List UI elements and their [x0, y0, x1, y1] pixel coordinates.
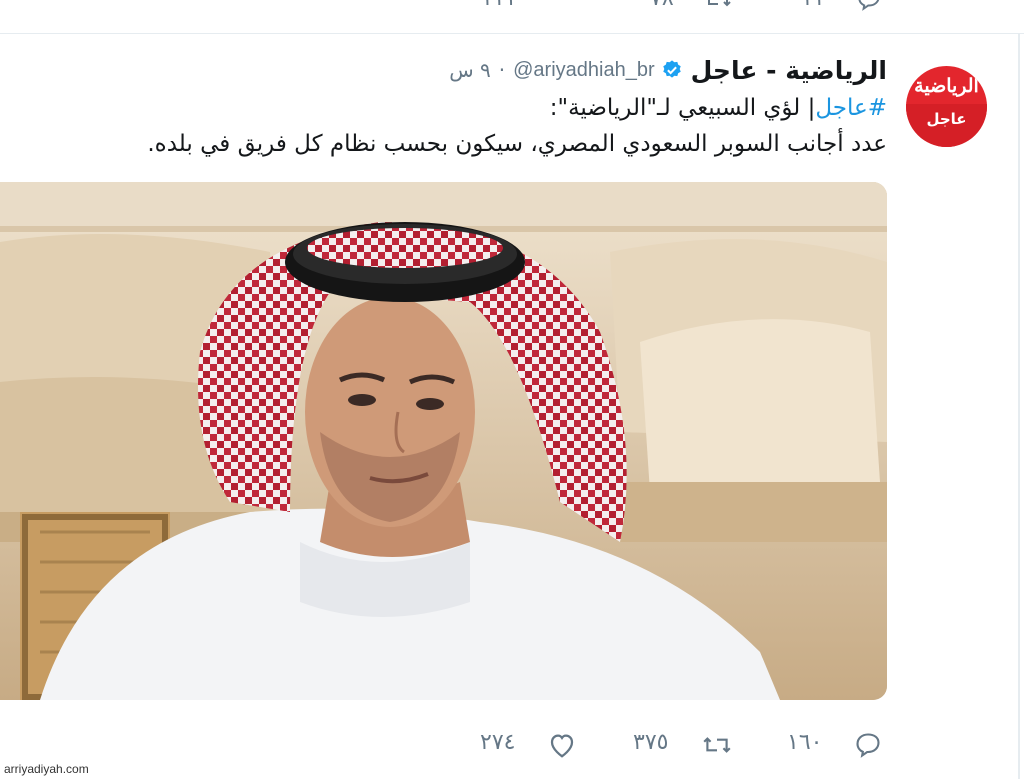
tweet-text-line-1: #عاجل| لؤي السبيعي لـ"الرياضية": — [27, 90, 887, 126]
tweet-actions: ١٦٠ ٣٧٥ ٢٧٤ — [0, 726, 1024, 766]
verified-badge-icon — [662, 60, 681, 78]
retweet-icon[interactable] — [701, 731, 733, 759]
tweet-timestamp[interactable]: ٩ س — [449, 58, 491, 82]
reply-count: ١٦٠ — [787, 730, 823, 755]
tweet-text-line-2: عدد أجانب السوبر السعودي المصري، سيكون ب… — [147, 131, 887, 157]
header-separator: · — [498, 58, 506, 82]
photo-icon — [0, 182, 887, 700]
tweet-header: الرياضية - عاجل @ariyadhiah_br · ٩ س — [449, 54, 887, 86]
hashtag-link[interactable]: #عاجل — [815, 95, 887, 121]
tweet-text-line-1-rest: | لؤي السبيعي لـ"الرياضية": — [549, 95, 816, 121]
previous-tweet-actions: ٢٢ ٧٨ ٢٢٢ — [0, 0, 1024, 16]
display-name[interactable]: الرياضية - عاجل — [691, 56, 887, 85]
avatar[interactable]: الرياضية عاجل — [906, 66, 987, 147]
tweet-divider — [0, 33, 1024, 34]
like-count: ٢٧٤ — [480, 730, 516, 755]
watermark: arriyadiyah.com — [4, 762, 89, 776]
timeline-border — [1018, 33, 1020, 779]
tweet-photo[interactable] — [0, 182, 887, 700]
reply-icon[interactable] — [854, 731, 882, 759]
previous-like-count: ٢٢٢ — [483, 0, 518, 11]
tweet-text: #عاجل| لؤي السبيعي لـ"الرياضية": عدد أجا… — [27, 90, 887, 162]
heart-icon[interactable] — [547, 731, 577, 759]
previous-reply-count: ٢٢ — [803, 0, 827, 11]
avatar-band-text: عاجل — [926, 110, 967, 128]
reply-icon[interactable] — [856, 0, 882, 12]
avatar-logo-text: الرياضية — [914, 75, 980, 97]
user-handle[interactable]: @ariyadhiah_br — [513, 59, 655, 82]
retweet-count: ٣٧٥ — [633, 730, 669, 755]
previous-retweet-count: ٧٨ — [650, 0, 674, 11]
retweet-icon[interactable] — [703, 0, 733, 12]
